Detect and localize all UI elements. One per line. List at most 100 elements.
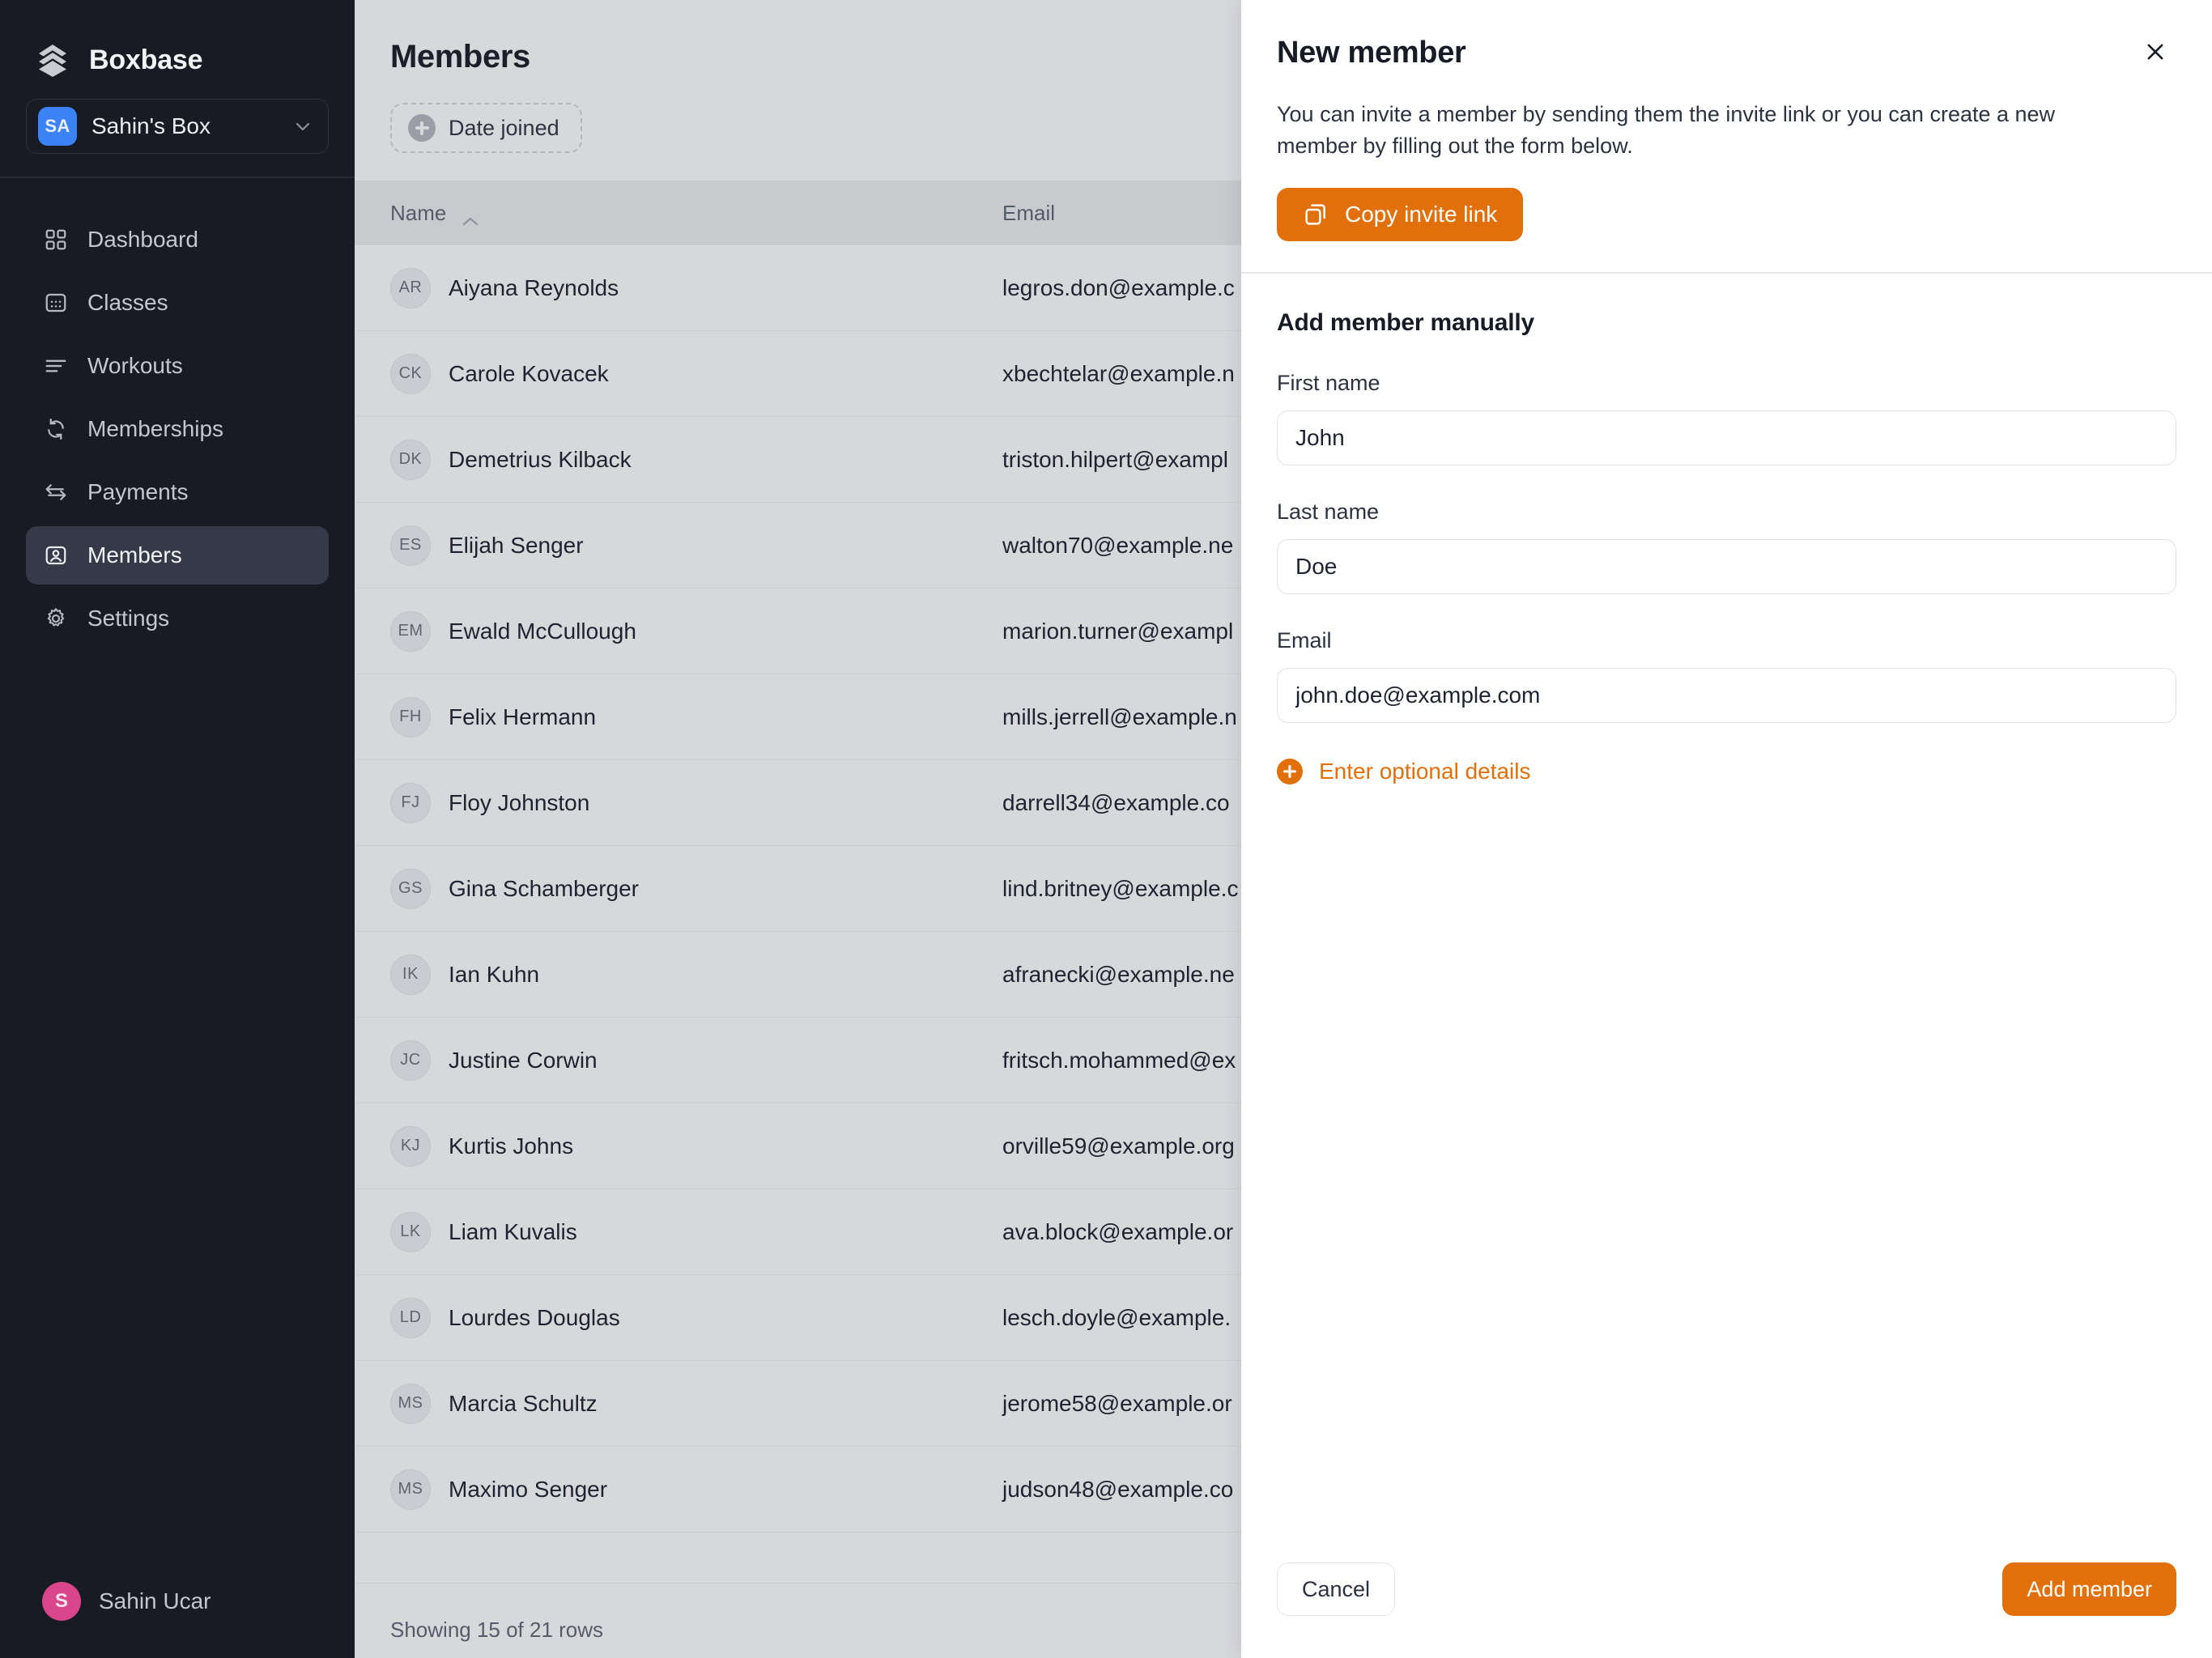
sidebar-item-label: Memberships: [87, 416, 223, 442]
app-root: Boxbase SA Sahin's Box: [0, 0, 2212, 1658]
column-header-name[interactable]: Name: [390, 201, 1002, 226]
user-card-icon: [42, 542, 70, 569]
avatar: EM: [390, 611, 431, 652]
transfer-icon: [42, 478, 70, 506]
caret-up-icon: [461, 207, 480, 219]
cell-email: afranecki@example.ne: [1002, 962, 1235, 988]
copy-invite-link-button[interactable]: Copy invite link: [1277, 188, 1523, 241]
filter-chip-label: Date joined: [449, 116, 559, 141]
brand-name: Boxbase: [89, 45, 202, 76]
sidebar-item-workouts[interactable]: Workouts: [26, 337, 329, 395]
sidebar-item-label: Classes: [87, 290, 168, 316]
sidebar-item-label: Dashboard: [87, 227, 198, 253]
sidebar-nav: Dashboard Classes: [0, 178, 355, 648]
cell-email: ava.block@example.or: [1002, 1219, 1233, 1245]
chevron-stack-logo-icon: [34, 41, 71, 79]
cell-name: FHFelix Hermann: [390, 697, 1002, 738]
cell-email: darrell34@example.co: [1002, 790, 1230, 816]
cancel-button[interactable]: Cancel: [1277, 1562, 1395, 1616]
cell-name: JCJustine Corwin: [390, 1040, 1002, 1081]
grid-icon: [42, 226, 70, 253]
field-last-name: Last name: [1277, 500, 2176, 594]
filter-chip-date-joined[interactable]: Date joined: [390, 103, 582, 153]
cell-name: IKIan Kuhn: [390, 954, 1002, 995]
panel-footer: Cancel Add member: [1241, 1562, 2212, 1658]
sidebar-user[interactable]: S Sahin Ucar: [0, 1545, 355, 1658]
sidebar-item-settings[interactable]: Settings: [26, 589, 329, 648]
member-name: Floy Johnston: [449, 790, 589, 816]
plus-circle-icon: [408, 114, 436, 142]
cell-email: fritsch.mohammed@ex: [1002, 1048, 1236, 1073]
box-switcher-label: Sahin's Box: [91, 113, 278, 139]
cell-name: MSMaximo Senger: [390, 1469, 1002, 1510]
member-name: Justine Corwin: [449, 1048, 598, 1073]
sidebar-item-dashboard[interactable]: Dashboard: [26, 210, 329, 269]
panel-title: New member: [1277, 31, 1466, 70]
cell-name: CK Carole Kovacek: [390, 354, 1002, 394]
avatar: S: [42, 1582, 81, 1621]
member-name: Carole Kovacek: [449, 361, 609, 387]
cell-name: LKLiam Kuvalis: [390, 1212, 1002, 1252]
cell-name: FJFloy Johnston: [390, 783, 1002, 823]
member-name: Lourdes Douglas: [449, 1305, 620, 1331]
avatar: FH: [390, 697, 431, 738]
last-name-field[interactable]: [1277, 539, 2176, 594]
avatar: LK: [390, 1212, 431, 1252]
column-header-label: Email: [1002, 201, 1055, 226]
avatar: KJ: [390, 1126, 431, 1167]
column-header-label: Name: [390, 201, 446, 226]
box-switcher[interactable]: SA Sahin's Box: [26, 99, 329, 154]
sidebar-item-members[interactable]: Members: [26, 526, 329, 585]
email-field[interactable]: [1277, 668, 2176, 723]
new-member-panel: New member You can invite a member by se…: [1241, 0, 2212, 1658]
first-name-field[interactable]: [1277, 410, 2176, 466]
add-member-button[interactable]: Add member: [2002, 1562, 2176, 1616]
avatar: CK: [390, 354, 431, 394]
cell-email: judson48@example.co: [1002, 1477, 1233, 1503]
field-label: Last name: [1277, 500, 2176, 525]
sidebar-item-memberships[interactable]: Memberships: [26, 400, 329, 458]
column-header-email[interactable]: Email: [1002, 201, 1055, 226]
sidebar-user-name: Sahin Ucar: [99, 1588, 211, 1614]
field-email: Email: [1277, 628, 2176, 723]
cell-name: ES Elijah Senger: [390, 525, 1002, 566]
panel-body: Add member manually First name Last name…: [1241, 274, 2212, 1562]
avatar: ES: [390, 525, 431, 566]
plus-circle-icon: [1277, 759, 1303, 784]
sidebar-item-classes[interactable]: Classes: [26, 274, 329, 332]
cell-email: lesch.doyle@example.: [1002, 1305, 1231, 1331]
sidebar-item-label: Members: [87, 542, 182, 568]
field-label: First name: [1277, 371, 2176, 396]
avatar: MS: [390, 1384, 431, 1424]
cell-name: GSGina Schamberger: [390, 869, 1002, 909]
avatar: MS: [390, 1469, 431, 1510]
box-avatar: SA: [38, 107, 77, 146]
calendar-icon: [42, 289, 70, 317]
cell-name: ARAiyana Reynolds: [390, 268, 1002, 308]
field-label: Email: [1277, 628, 2176, 653]
avatar: LD: [390, 1298, 431, 1338]
cell-email: legros.don@example.c: [1002, 275, 1235, 301]
avatar: DK: [390, 440, 431, 480]
close-icon[interactable]: [2134, 31, 2176, 73]
cell-email: walton70@example.ne: [1002, 533, 1233, 559]
avatar: AR: [390, 268, 431, 308]
panel-header: New member You can invite a member by se…: [1241, 0, 2212, 241]
member-name: Kurtis Johns: [449, 1133, 573, 1159]
copy-icon: [1303, 202, 1329, 227]
panel-description: You can invite a member by sending them …: [1277, 99, 2119, 162]
cell-email: triston.hilpert@exampl: [1002, 447, 1228, 473]
avatar: GS: [390, 869, 431, 909]
section-title: Add member manually: [1277, 309, 2176, 337]
enter-optional-details-button[interactable]: Enter optional details: [1277, 759, 1531, 784]
sidebar-item-label: Workouts: [87, 353, 183, 379]
cell-name: KJ Kurtis Johns: [390, 1126, 1002, 1167]
sidebar-item-payments[interactable]: Payments: [26, 463, 329, 521]
panel-title-row: New member: [1277, 31, 2176, 73]
sidebar-item-label: Settings: [87, 606, 169, 631]
member-name: Elijah Senger: [449, 533, 584, 559]
refresh-icon: [42, 415, 70, 443]
avatar: IK: [390, 954, 431, 995]
cell-email: marion.turner@exampl: [1002, 619, 1233, 644]
member-name: Demetrius Kilback: [449, 447, 632, 473]
